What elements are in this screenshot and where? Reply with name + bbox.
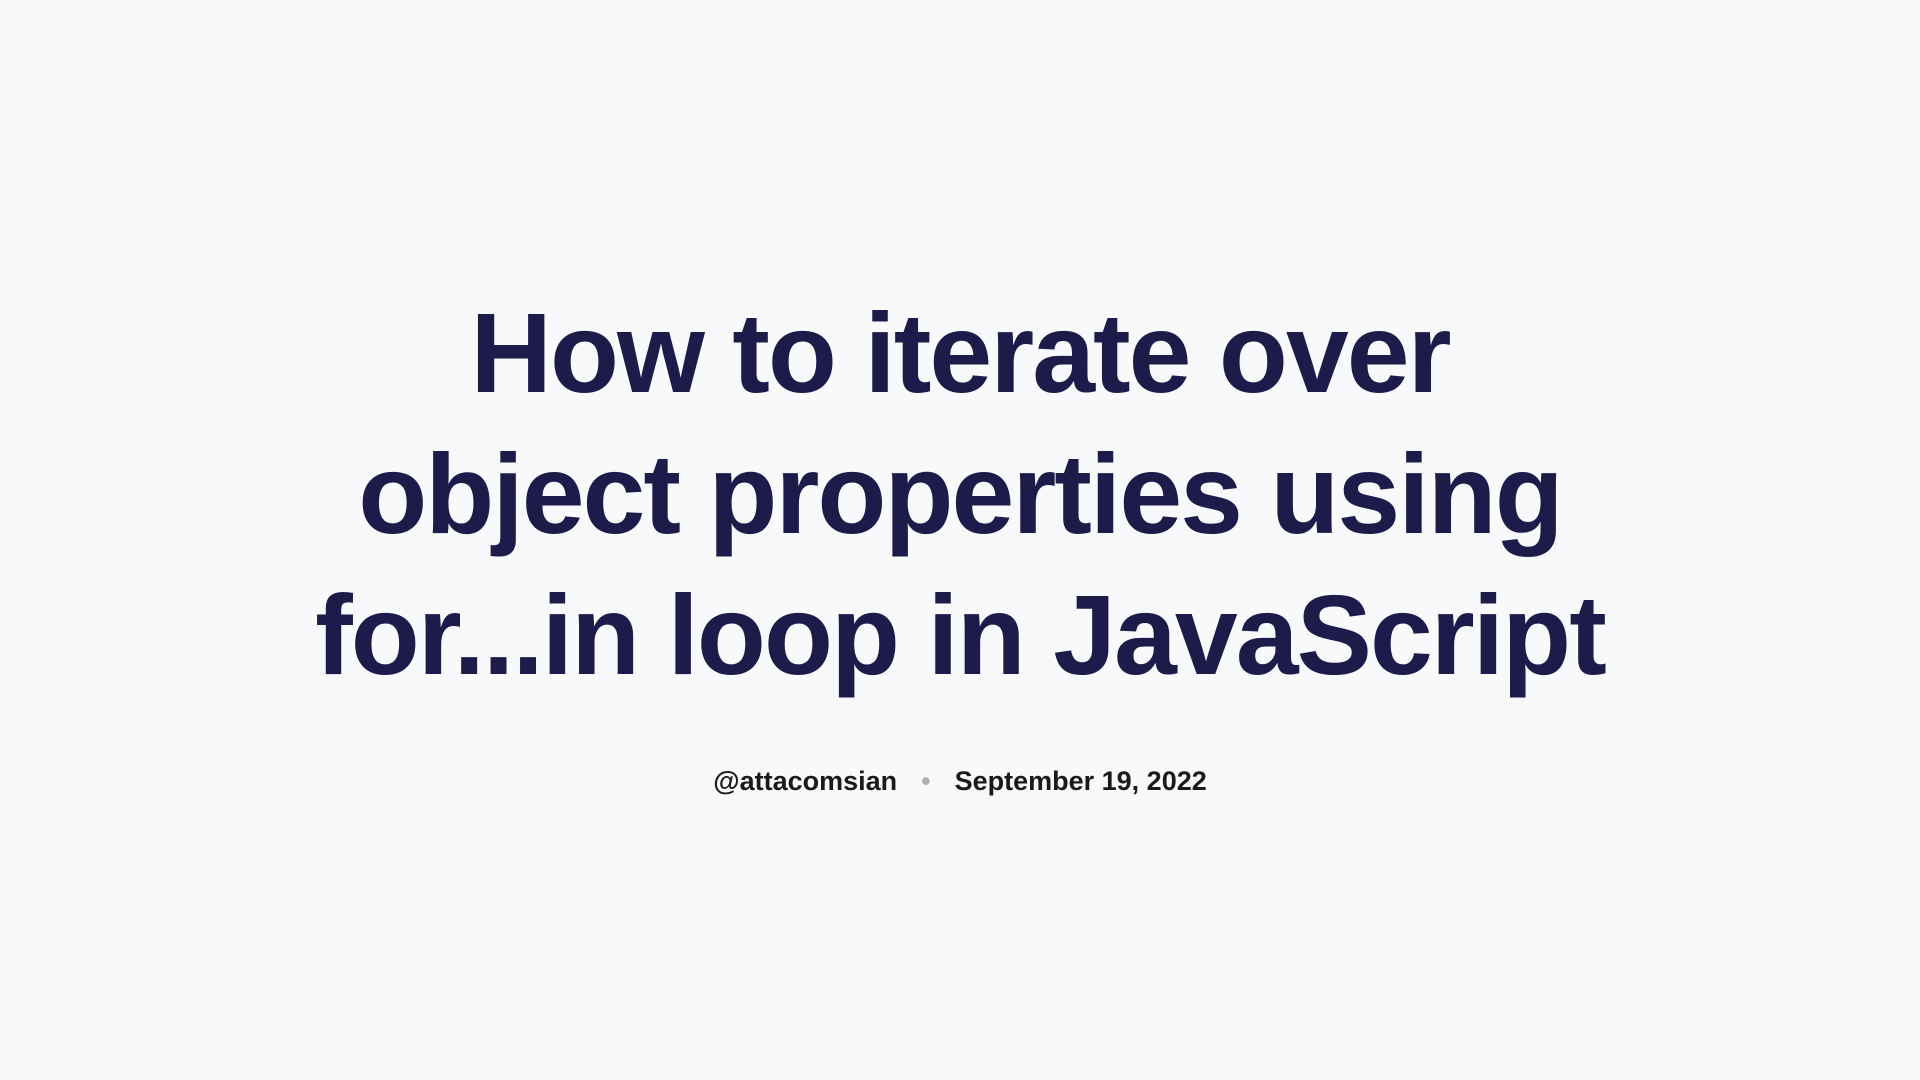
article-meta: @attacomsian • September 19, 2022 <box>300 766 1620 797</box>
author-handle[interactable]: @attacomsian <box>713 766 897 797</box>
article-title: How to iterate over object properties us… <box>300 283 1620 707</box>
meta-separator: • <box>921 766 930 797</box>
article-header: How to iterate over object properties us… <box>260 283 1660 798</box>
publish-date: September 19, 2022 <box>955 766 1207 797</box>
